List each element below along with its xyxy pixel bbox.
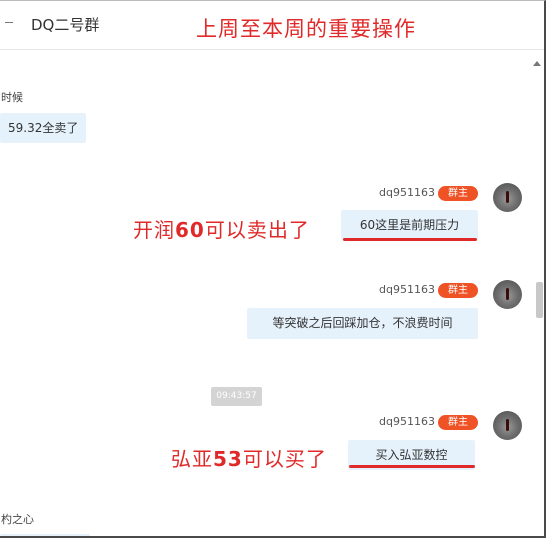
- sender-name-fragment: 时候: [1, 91, 23, 104]
- sender-name[interactable]: dq951163: [379, 186, 435, 199]
- message-bubble[interactable]: 等突破之后回踩加仓，不浪费时间: [247, 308, 478, 339]
- annotation-note-2-prefix: 弘亚: [171, 447, 213, 471]
- annotation-note-2-suffix: 可以买了: [242, 447, 327, 471]
- owner-badge: 群主: [438, 415, 478, 430]
- owner-badge: 群主: [438, 283, 478, 298]
- annotation-note-2-number: 53: [213, 447, 243, 471]
- scrollbar-thumb[interactable]: [536, 282, 543, 318]
- message-bubble[interactable]: 60这里是前期压力: [341, 210, 478, 240]
- owner-badge: 群主: [438, 186, 478, 201]
- annotation-note-1: 开润60可以卖出了: [133, 214, 310, 243]
- sender-name-fragment: 杓之心: [1, 513, 34, 526]
- avatar[interactable]: [493, 183, 522, 212]
- back-icon[interactable]: [5, 22, 13, 23]
- scroll-up-arrow-icon[interactable]: [533, 61, 541, 66]
- overlay-title: 上周至本周的重要操作: [196, 17, 416, 41]
- annotation-underline: [343, 238, 477, 241]
- annotation-note-1-number: 60: [175, 218, 205, 242]
- chat-header: DQ二号群 上周至本周的重要操作: [0, 1, 544, 50]
- message-bubble[interactable]: 59.32全卖了: [0, 113, 87, 143]
- annotation-note-2: 弘亚53可以买了: [171, 443, 327, 472]
- annotation-note-1-suffix: 可以卖出了: [204, 218, 310, 242]
- message-bubble[interactable]: [0, 534, 90, 536]
- sender-name[interactable]: dq951163: [379, 283, 435, 296]
- timestamp: 09:43:57: [211, 387, 262, 406]
- avatar[interactable]: [493, 280, 522, 309]
- sender-name[interactable]: dq951163: [379, 415, 435, 428]
- annotation-underline: [349, 465, 475, 468]
- chat-window: DQ二号群 上周至本周的重要操作 时候 59.32全卖了 dq951163 群主…: [0, 0, 546, 538]
- avatar[interactable]: [493, 411, 522, 440]
- group-name[interactable]: DQ二号群: [31, 14, 99, 35]
- message-list[interactable]: 时候 59.32全卖了 dq951163 群主 60这里是前期压力 开润60可以…: [0, 50, 544, 536]
- annotation-note-1-prefix: 开润: [133, 218, 175, 242]
